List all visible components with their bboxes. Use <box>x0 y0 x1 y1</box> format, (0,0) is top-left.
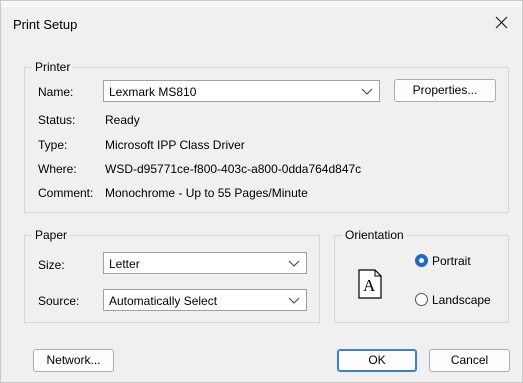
orientation-group-label: Orientation <box>342 228 407 242</box>
ok-button[interactable]: OK <box>337 349 417 372</box>
network-button[interactable]: Network... <box>33 349 114 372</box>
cancel-button[interactable]: Cancel <box>429 349 510 372</box>
printer-group-label: Printer <box>32 60 74 74</box>
title-bar-strip <box>1 1 522 7</box>
print-setup-dialog: Print Setup Printer Name: Lexmark MS810 … <box>0 0 523 383</box>
paper-source-dropdown[interactable]: Automatically Select <box>103 289 307 311</box>
landscape-radio[interactable] <box>415 293 428 306</box>
paper-size-value: Letter <box>109 257 140 271</box>
portrait-radio[interactable] <box>415 254 428 267</box>
paper-group-label: Paper <box>32 228 71 242</box>
printer-name-label: Name: <box>38 85 74 99</box>
title-bar: Print Setup <box>1 1 522 45</box>
chevron-down-icon <box>361 88 373 95</box>
type-value: Microsoft IPP Class Driver <box>105 138 245 152</box>
paper-size-dropdown[interactable]: Letter <box>103 252 307 274</box>
where-value: WSD-d95771ce-f800-403c-a800-0dda764d847c <box>105 162 362 176</box>
properties-button[interactable]: Properties... <box>394 79 496 102</box>
type-label: Type: <box>38 138 68 152</box>
chevron-down-icon <box>288 297 300 304</box>
chevron-down-icon <box>288 260 300 267</box>
status-label: Status: <box>38 113 76 127</box>
status-value: Ready <box>105 113 140 127</box>
portrait-label[interactable]: Portrait <box>432 254 471 268</box>
landscape-label[interactable]: Landscape <box>432 293 491 307</box>
close-icon <box>495 16 508 29</box>
comment-value: Monochrome - Up to 55 Pages/Minute <box>105 186 308 200</box>
printer-name-value: Lexmark MS810 <box>109 85 197 99</box>
page-glyph: A <box>363 276 376 295</box>
close-button[interactable] <box>488 11 514 35</box>
paper-size-label: Size: <box>38 258 65 272</box>
paper-source-label: Source: <box>38 294 80 308</box>
window-title: Print Setup <box>13 17 78 32</box>
where-label: Where: <box>38 162 77 176</box>
printer-name-dropdown[interactable]: Lexmark MS810 <box>103 80 380 102</box>
comment-label: Comment: <box>38 186 94 200</box>
paper-source-value: Automatically Select <box>109 294 218 308</box>
